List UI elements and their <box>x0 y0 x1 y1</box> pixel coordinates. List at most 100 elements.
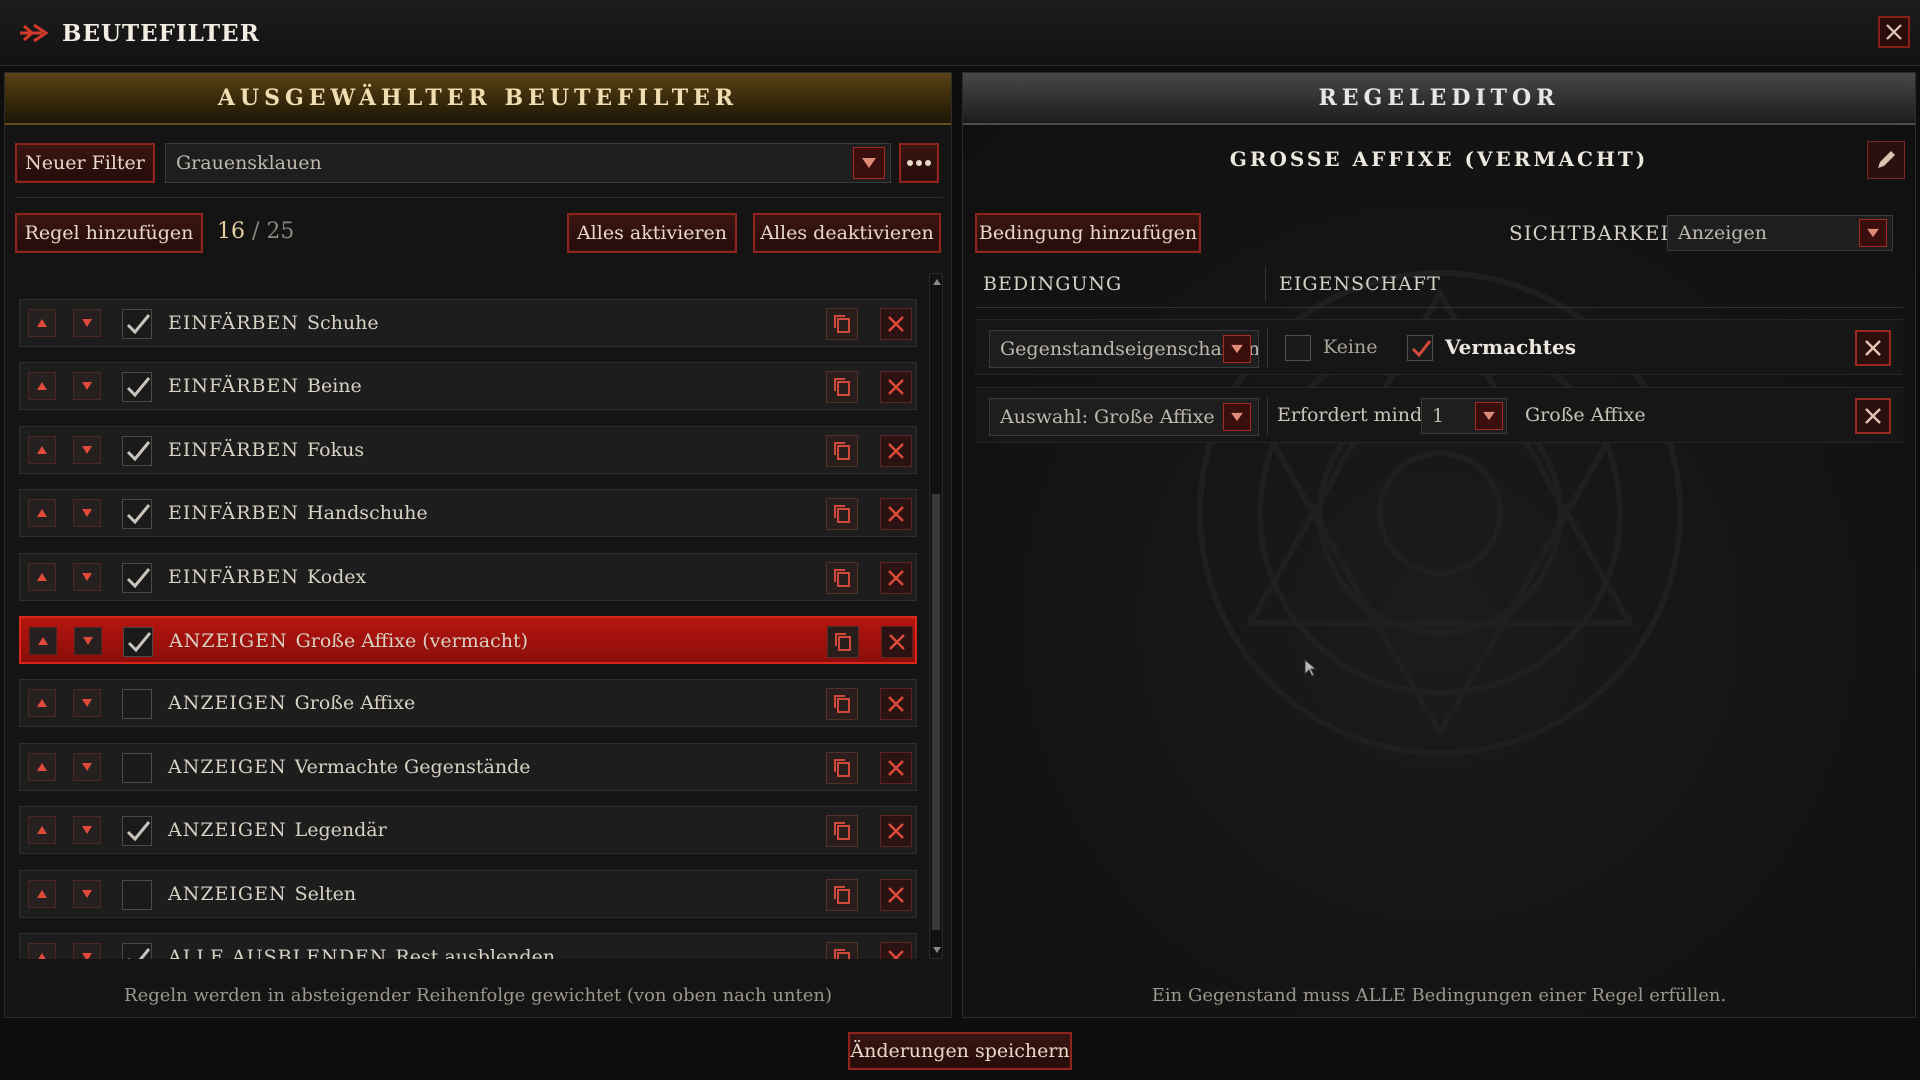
move-up-button[interactable] <box>28 562 56 591</box>
move-down-button[interactable] <box>73 943 101 959</box>
delete-rule-button[interactable] <box>880 561 912 594</box>
move-down-button[interactable] <box>73 879 101 908</box>
rule-row[interactable]: ALLE AUSBLENDEN Rest ausblenden <box>19 933 917 959</box>
visibility-dropdown-button[interactable] <box>1859 219 1887 247</box>
rule-enabled-checkbox[interactable] <box>122 372 152 403</box>
move-down-button[interactable] <box>73 689 101 718</box>
rule-list-scrollbar[interactable] <box>929 273 943 959</box>
delete-condition-button[interactable] <box>1855 330 1891 366</box>
rule-row[interactable]: EINFÄRBEN Kodex <box>19 552 917 601</box>
move-up-button[interactable] <box>28 943 56 959</box>
condition-type-dropdown-button[interactable] <box>1223 403 1251 431</box>
duplicate-rule-button[interactable] <box>826 434 858 467</box>
move-down-button[interactable] <box>73 309 101 337</box>
rule-count-current: 16 <box>217 219 245 244</box>
duplicate-rule-button[interactable] <box>826 751 858 784</box>
save-changes-button[interactable]: Änderungen speichern <box>848 1032 1072 1070</box>
close-window-button[interactable] <box>1878 16 1910 48</box>
visibility-label: SICHTBARKEIT <box>1509 221 1684 245</box>
move-down-button[interactable] <box>73 435 101 464</box>
enable-all-button[interactable]: Alles aktivieren <box>567 213 737 253</box>
requires-count-dropdown-button[interactable] <box>1475 402 1503 430</box>
rule-row[interactable]: ANZEIGEN Vermachte Gegenstände <box>19 742 917 791</box>
rule-row[interactable]: ANZEIGEN Selten <box>19 869 917 918</box>
rule-enabled-checkbox[interactable] <box>122 943 152 959</box>
move-up-button[interactable] <box>28 499 56 528</box>
delete-rule-button[interactable] <box>880 498 912 531</box>
delete-rule-button[interactable] <box>880 942 912 959</box>
delete-rule-button[interactable] <box>880 815 912 848</box>
move-down-button[interactable] <box>73 499 101 528</box>
rule-enabled-checkbox[interactable] <box>122 689 152 720</box>
rule-row[interactable]: EINFÄRBEN Beine <box>19 362 917 411</box>
move-up-button[interactable] <box>28 309 56 337</box>
duplicate-rule-button[interactable] <box>826 688 858 721</box>
rule-enabled-checkbox[interactable] <box>122 879 152 910</box>
rule-row[interactable]: ANZEIGEN Große Affixe (vermacht) <box>19 616 917 664</box>
condition-type-dropdown-button[interactable] <box>1223 335 1251 363</box>
move-up-button[interactable] <box>28 816 56 845</box>
duplicate-rule-button[interactable] <box>827 626 859 658</box>
move-up-button[interactable] <box>28 689 56 718</box>
rule-name: Schuhe <box>307 312 379 334</box>
none-checkbox[interactable] <box>1285 335 1311 361</box>
rule-enabled-checkbox[interactable] <box>122 435 152 466</box>
filter-select-value: Grauensklauen <box>176 152 322 174</box>
duplicate-rule-button[interactable] <box>826 878 858 911</box>
add-condition-button[interactable]: Bedingung hinzufügen <box>975 213 1201 253</box>
arrow-down-icon <box>82 509 92 518</box>
move-up-button[interactable] <box>28 435 56 464</box>
scroll-up-icon[interactable] <box>932 278 942 286</box>
delete-rule-button[interactable] <box>880 751 912 784</box>
filter-select[interactable]: Grauensklauen <box>165 143 891 183</box>
add-rule-button[interactable]: Regel hinzufügen <box>15 213 203 253</box>
rule-row[interactable]: EINFÄRBEN Fokus <box>19 425 917 474</box>
disable-all-button[interactable]: Alles deaktivieren <box>753 213 941 253</box>
scroll-thumb[interactable] <box>932 494 940 930</box>
move-down-button[interactable] <box>73 752 101 781</box>
move-down-button[interactable] <box>74 627 102 655</box>
move-up-button[interactable] <box>28 752 56 781</box>
move-down-button[interactable] <box>73 816 101 845</box>
rule-row[interactable]: EINFÄRBEN Schuhe <box>19 299 917 347</box>
duplicate-rule-button[interactable] <box>826 942 858 959</box>
rule-enabled-checkbox[interactable] <box>123 627 153 657</box>
duplicate-rule-button[interactable] <box>826 498 858 531</box>
delete-condition-button[interactable] <box>1855 398 1891 434</box>
rule-row[interactable]: ANZEIGEN Große Affixe <box>19 679 917 728</box>
move-up-button[interactable] <box>28 372 56 401</box>
rule-enabled-checkbox[interactable] <box>122 309 152 339</box>
rule-enabled-checkbox[interactable] <box>122 816 152 847</box>
delete-rule-button[interactable] <box>880 308 912 340</box>
duplicate-rule-button[interactable] <box>826 561 858 594</box>
duplicate-rule-button[interactable] <box>826 308 858 340</box>
rule-name: Vermachte Gegenstände <box>294 755 531 778</box>
rule-row[interactable]: ANZEIGEN Legendär <box>19 806 917 855</box>
arrow-up-icon <box>37 382 47 391</box>
delete-rule-button[interactable] <box>880 878 912 911</box>
rename-rule-button[interactable] <box>1867 141 1905 179</box>
move-down-button[interactable] <box>73 372 101 401</box>
delete-rule-button[interactable] <box>880 371 912 404</box>
move-up-button[interactable] <box>29 627 57 655</box>
delete-rule-button[interactable] <box>880 688 912 721</box>
condition-row: Auswahl: Große Affixe Erfordert mind. 1 … <box>975 387 1903 443</box>
condition-type-select[interactable]: Gegenstandseigenschaften <box>989 330 1259 368</box>
delete-rule-button[interactable] <box>880 434 912 467</box>
more-options-button[interactable] <box>899 143 939 183</box>
filter-dropdown-button[interactable] <box>853 147 885 179</box>
rule-type: EINFÄRBEN <box>168 438 300 461</box>
rule-enabled-checkbox[interactable] <box>122 562 152 593</box>
move-down-button[interactable] <box>73 562 101 591</box>
scroll-down-icon[interactable] <box>932 946 942 954</box>
rule-row[interactable]: EINFÄRBEN Handschuhe <box>19 489 917 538</box>
legendary-checkbox[interactable] <box>1407 335 1433 361</box>
delete-rule-button[interactable] <box>881 626 913 658</box>
duplicate-rule-button[interactable] <box>826 815 858 848</box>
rule-enabled-checkbox[interactable] <box>122 499 152 530</box>
rule-enabled-checkbox[interactable] <box>122 752 152 783</box>
move-up-button[interactable] <box>28 879 56 908</box>
duplicate-rule-button[interactable] <box>826 371 858 404</box>
condition-type-select[interactable]: Auswahl: Große Affixe <box>989 398 1259 436</box>
new-filter-button[interactable]: Neuer Filter <box>15 143 155 183</box>
